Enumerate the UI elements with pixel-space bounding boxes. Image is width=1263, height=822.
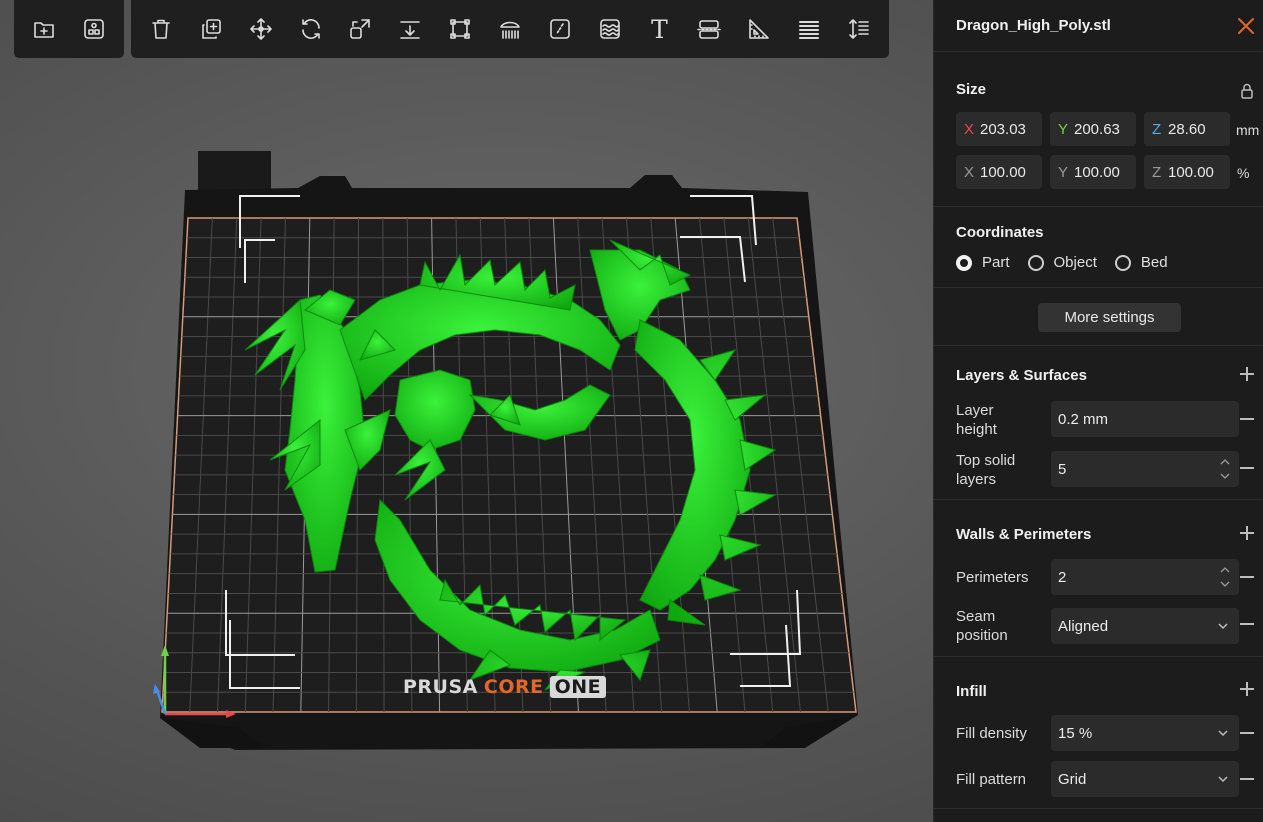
size-x-mm-input[interactable]: X 203.03 [956,112,1042,146]
lock-icon[interactable] [1240,83,1254,99]
size-mm-unit: mm [1236,122,1260,138]
size-y-pct-value: 100.00 [1074,163,1120,181]
layers-icon[interactable] [784,4,834,54]
fill-pattern-value: Grid [1058,770,1087,788]
chevron-down-icon [1218,623,1228,630]
panel-header: Dragon_High_Poly.stl [934,0,1263,52]
text-icon[interactable]: T [635,4,685,54]
rotate-icon[interactable] [286,4,336,54]
axis-y-label: Y [1058,120,1069,138]
seam-position-value: Aligned [1058,617,1109,635]
size-y-pct-input[interactable]: Y 100.00 [1050,155,1136,189]
size-y-mm-input[interactable]: Y 200.63 [1050,112,1136,146]
top-solid-remove-icon[interactable] [1240,467,1254,469]
fill-pattern-select[interactable]: Grid [1051,761,1239,797]
infill-add-icon[interactable] [1240,682,1254,696]
fill-density-label: Fill density [956,725,1027,742]
split-icon[interactable] [684,4,734,54]
axis-z-label-pct: Z [1152,163,1162,181]
walls-add-icon[interactable] [1240,526,1254,540]
axis-y-label-pct: Y [1058,163,1069,181]
walls-title: Walls & Perimeters [956,526,1092,543]
size-section: Size X 203.03 Y 200.63 Z 28.60 mm X 100.… [934,52,1263,207]
layer-height-field[interactable]: 0.2 mm [1051,401,1239,437]
perimeters-remove-icon[interactable] [1240,576,1254,578]
logo-word-core: CORE [483,676,544,698]
scale-icon[interactable] [335,4,385,54]
seam-position-label: Seam position [956,608,1008,644]
seam-position-select[interactable]: Aligned [1051,608,1239,644]
fill-pattern-remove-icon[interactable] [1240,778,1254,780]
radio-part-label[interactable]: Part [982,254,1010,271]
supports-paint-icon[interactable] [485,4,535,54]
coordinates-section: Coordinates [934,207,1263,288]
object-file-name: Dragon_High_Poly.stl [956,17,1111,34]
top-solid-layers-value: 5 [1058,460,1067,478]
coordinates-radio-group: Part Object Bed [956,254,1186,271]
place-on-face-icon[interactable] [385,4,435,54]
size-z-mm-value: 28.60 [1168,120,1206,138]
toolbar-left [14,0,124,58]
delete-icon[interactable] [136,4,186,54]
radio-object[interactable] [1027,254,1044,271]
radio-bed[interactable] [1114,254,1131,271]
more-settings-button[interactable]: More settings [1038,303,1181,332]
top-solid-layers-field[interactable]: 5 [1051,451,1239,487]
seam-remove-icon[interactable] [1240,623,1254,625]
spinner-icon[interactable] [1220,564,1230,590]
layer-height-value: 0.2 mm [1058,410,1109,428]
axis-x-label: X [964,120,975,138]
measure-icon[interactable] [734,4,784,54]
size-x-pct-value: 100.00 [980,163,1026,181]
fuzzy-skin-icon[interactable] [585,4,635,54]
top-solid-layers-label: Top solid layers [956,452,1016,488]
height-range-icon[interactable] [834,4,884,54]
text-glyph: T [651,14,668,44]
axis-x-label-pct: X [964,163,975,181]
size-title: Size [956,81,987,98]
toolbar-main: T [131,0,889,58]
logo-word-prusa: PRUSA [403,676,478,698]
radio-bed-label[interactable]: Bed [1141,254,1168,271]
close-icon[interactable] [1237,17,1255,35]
fill-pattern-label: Fill pattern [956,771,1027,788]
size-x-pct-input[interactable]: X 100.00 [956,155,1042,189]
size-pct-unit: % [1237,165,1250,181]
bed-logo: PRUSA CORE ONE [403,674,607,700]
layer-height-remove-icon[interactable] [1240,418,1254,420]
chevron-down-icon [1218,776,1228,783]
arrange-icon[interactable] [69,4,119,54]
duplicate-icon[interactable] [186,4,236,54]
spinner-icon[interactable] [1220,456,1230,482]
add-object-icon[interactable] [19,4,69,54]
perimeters-field[interactable]: 2 [1051,559,1239,595]
layers-add-icon[interactable] [1240,367,1254,381]
layers-title: Layers & Surfaces [956,367,1087,384]
perimeters-label: Perimeters [956,569,1029,586]
cut-icon[interactable] [435,4,485,54]
fill-density-value: 15 % [1058,724,1093,742]
infill-title: Infill [956,683,987,700]
radio-part[interactable] [956,254,972,271]
size-z-pct-input[interactable]: Z 100.00 [1144,155,1230,189]
fill-density-remove-icon[interactable] [1240,732,1254,734]
size-z-pct-value: 100.00 [1168,163,1214,181]
coordinates-title: Coordinates [956,224,1044,241]
size-y-mm-value: 200.63 [1074,120,1120,138]
size-x-mm-value: 203.03 [980,120,1026,138]
axis-z-label: Z [1152,120,1162,138]
fill-density-select[interactable]: 15 % [1051,715,1239,751]
perimeters-value: 2 [1058,568,1067,586]
chevron-down-icon [1218,730,1228,737]
move-icon[interactable] [236,4,286,54]
radio-object-label[interactable]: Object [1054,254,1097,271]
3d-viewport[interactable]: PRUSA CORE ONE [0,0,933,822]
seam-paint-icon[interactable] [535,4,585,54]
object-settings-panel: Dragon_High_Poly.stl Size X 203.03 Y 200… [933,0,1263,822]
layer-height-label: Layer height [956,402,997,438]
logo-word-one: ONE [549,676,607,698]
size-z-mm-input[interactable]: Z 28.60 [1144,112,1230,146]
